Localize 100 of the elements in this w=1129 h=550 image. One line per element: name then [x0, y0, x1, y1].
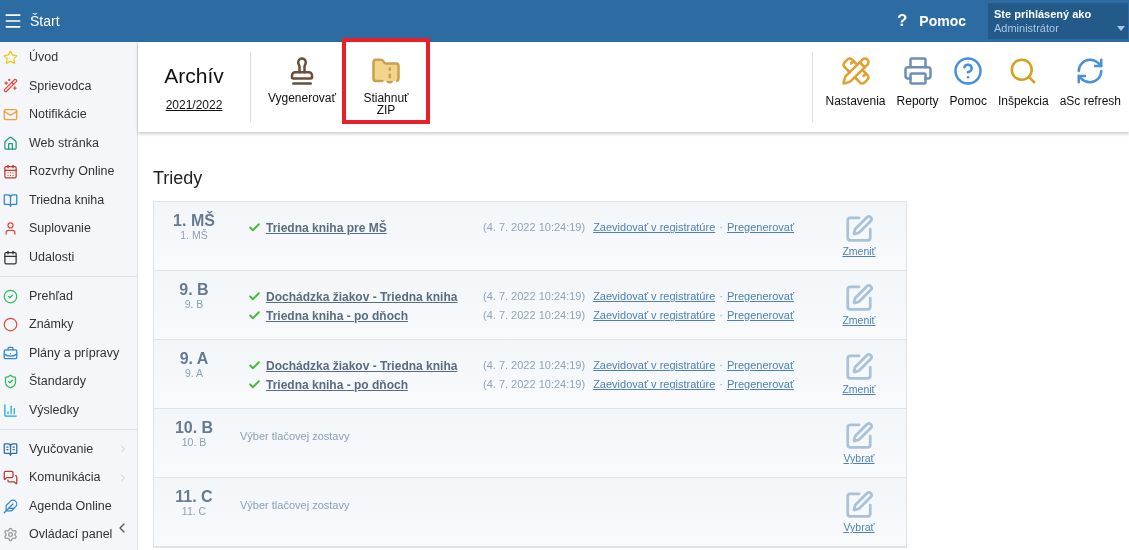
start-button[interactable]: Štart	[30, 10, 60, 32]
dropdown-caret-icon	[1117, 26, 1125, 31]
menu-icon[interactable]	[3, 11, 23, 31]
house-icon	[3, 135, 18, 151]
regenerate-link[interactable]: Pregenerovať	[726, 376, 795, 393]
check-icon	[248, 221, 261, 234]
toolbar-button[interactable]: Inšpekcia	[994, 56, 1052, 110]
sidebar-item[interactable]: Komunikácia	[0, 463, 137, 492]
person-icon	[3, 221, 18, 237]
separator: ·	[719, 358, 723, 374]
report-link[interactable]: Triedna kniha - po dňoch	[266, 306, 466, 325]
register-link[interactable]: Zaevidovať v registratúre	[593, 376, 716, 393]
check-icon	[248, 309, 261, 322]
check-circle-icon	[3, 288, 18, 304]
regenerate-link[interactable]: Pregenerovať	[726, 357, 795, 374]
briefcase-icon	[3, 345, 18, 361]
check-icon	[248, 359, 261, 372]
report-time: (4. 7. 2022 10:24:19)	[483, 358, 586, 374]
class-subname: 11. C	[181, 505, 207, 518]
star-icon	[3, 49, 18, 65]
sidebar-item[interactable]: Agenda Online	[0, 491, 137, 521]
edit-button[interactable]: Zmeniť	[826, 202, 906, 270]
user-menu[interactable]: Ste prihlásený ako Administrátor	[988, 3, 1128, 39]
zip-folder-icon	[371, 56, 401, 86]
edit-icon	[844, 352, 874, 382]
sidebar-item[interactable]: Suplovanie	[0, 214, 137, 244]
class-subname: 1. MŠ	[180, 229, 208, 242]
sidebar-item[interactable]: Plány a prípravy	[0, 338, 137, 368]
toolbar-button[interactable]: Nastavenia	[822, 56, 889, 110]
refresh-icon	[1075, 56, 1106, 86]
book-icon	[3, 192, 18, 208]
sidebar-item[interactable]: Triedna kniha	[0, 185, 137, 215]
open-book-icon	[3, 441, 18, 457]
edit-button[interactable]: Zmeniť	[826, 340, 906, 408]
edit-icon	[844, 214, 874, 244]
report-time: (4. 7. 2022 10:24:19)	[483, 289, 586, 305]
sidebar-item[interactable]: Úvod	[0, 43, 137, 72]
separator: ·	[719, 220, 723, 236]
sidebar-item[interactable]: Web stránka	[0, 128, 137, 158]
class-subname: 9. A	[184, 367, 204, 380]
register-link[interactable]: Zaevidovať v registratúre	[593, 219, 716, 236]
class-subname: 9. B	[184, 298, 204, 311]
edit-button[interactable]: Zmeniť	[826, 271, 906, 339]
regenerate-link[interactable]: Pregenerovať	[726, 288, 795, 305]
toolbar-button[interactable]: Stiahnuť ZIP	[346, 42, 426, 120]
class-name: 11. C	[175, 488, 213, 505]
sidebar-item[interactable]: Rozvrhy Online	[0, 157, 137, 186]
class-name: 9. B	[179, 281, 209, 298]
report-link[interactable]: Triedna kniha - po dňoch	[266, 375, 466, 394]
class-name: 1. MŠ	[173, 212, 215, 229]
settings-icon	[3, 527, 18, 543]
edit-icon	[844, 283, 874, 313]
report-link[interactable]: Dochádzka žiakov - Triedna kniha	[266, 356, 466, 375]
sidebar-item[interactable]: Vyučovanie	[0, 434, 137, 464]
sidebar-item[interactable]: Prehľad	[0, 281, 137, 311]
report-time: (4. 7. 2022 10:24:19)	[483, 377, 586, 393]
regenerate-link[interactable]: Pregenerovať	[726, 219, 795, 236]
check-icon	[248, 378, 261, 391]
separator: ·	[719, 289, 723, 305]
sidebar-item[interactable]: Udalosti	[0, 243, 137, 272]
report-link[interactable]: Triedna kniha pre MŠ	[266, 218, 466, 237]
check-icon	[248, 290, 261, 303]
sidebar-item[interactable]: Sprievodca	[0, 71, 137, 101]
edit-button[interactable]: Vybrať	[826, 409, 906, 477]
page-title: Archív	[164, 63, 224, 90]
printer-icon	[902, 56, 933, 86]
sidebar-item[interactable]: Výsledky	[0, 396, 137, 425]
toolbar-button[interactable]: Reporty	[893, 56, 942, 110]
envelope-icon	[3, 107, 18, 122]
edit-icon	[844, 421, 874, 451]
regenerate-link[interactable]: Pregenerovať	[726, 307, 795, 324]
pencil-ruler-icon	[840, 56, 871, 86]
register-link[interactable]: Zaevidovať v registratúre	[593, 288, 716, 305]
calendar-icon	[3, 249, 18, 265]
class-subname: 10. B	[181, 436, 207, 449]
bar-chart-icon	[3, 402, 18, 418]
sidebar-item[interactable]: Štandardy	[0, 367, 137, 397]
edit-icon	[844, 490, 874, 520]
help-button[interactable]: ? Pomoc	[896, 8, 966, 34]
report-link[interactable]: Dochádzka žiakov - Triedna kniha	[266, 287, 466, 306]
chat-icon	[3, 470, 18, 486]
class-name: 10. B	[174, 419, 214, 436]
sidebar-item[interactable]: Ovládací panel	[0, 520, 137, 550]
separator: ·	[719, 308, 723, 324]
register-link[interactable]: Zaevidovať v registratúre	[593, 307, 716, 324]
register-link[interactable]: Zaevidovať v registratúre	[593, 357, 716, 374]
sidebar-item[interactable]: Notifikácie	[0, 100, 137, 129]
report-time: (4. 7. 2022 10:24:19)	[483, 220, 586, 236]
class-name: 9. A	[179, 350, 209, 367]
year-link[interactable]: 2021/2022	[165, 95, 223, 114]
toolbar-button[interactable]: aSc refresh	[1056, 56, 1124, 110]
sidebar-item[interactable]: Známky	[0, 310, 137, 339]
toolbar-button[interactable]: Pomoc	[946, 56, 990, 110]
shield-icon	[3, 374, 18, 390]
help-icon	[953, 56, 984, 86]
edit-button[interactable]: Vybrať	[826, 478, 906, 546]
calendar-icon	[3, 164, 18, 180]
toolbar-button[interactable]: Vygenerovať	[262, 52, 342, 108]
separator: ·	[719, 377, 723, 393]
report-note: Výber tlačovej zostavy	[240, 498, 351, 513]
